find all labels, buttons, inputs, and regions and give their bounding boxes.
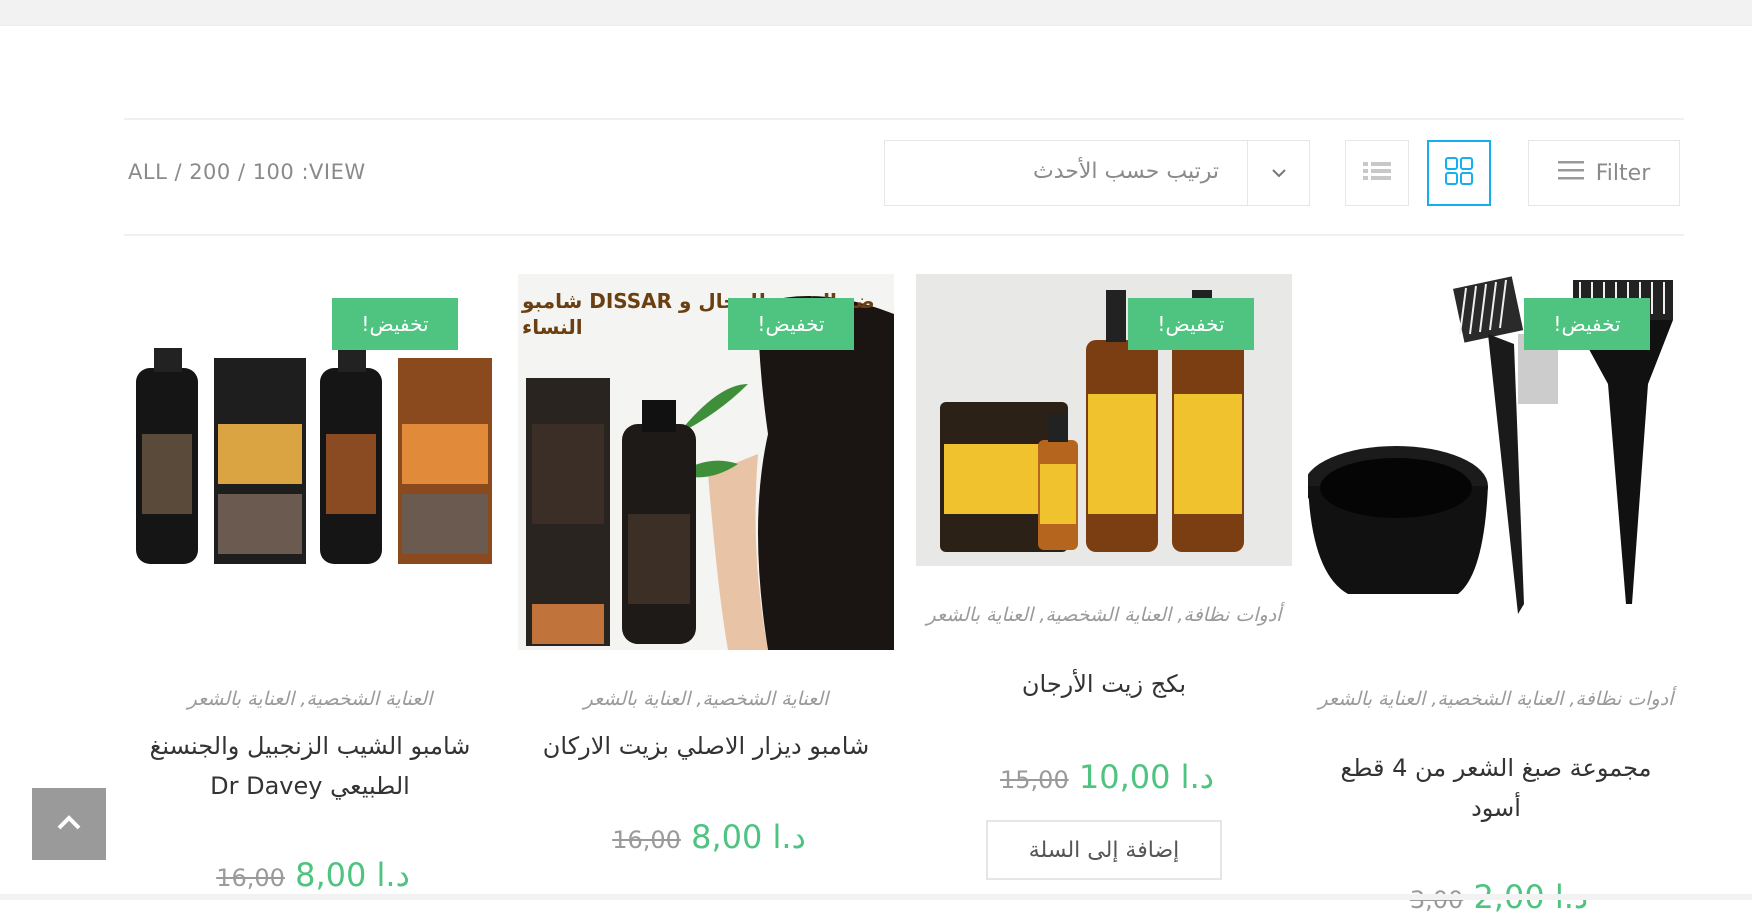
hamburger-icon [1557, 159, 1584, 187]
currency: د.ا [772, 818, 806, 856]
product-image[interactable]: تخفيض! [122, 274, 498, 650]
sale-badge: تخفيض! [1524, 298, 1650, 350]
toolbar-divider-bottom [124, 234, 1684, 236]
product-categories[interactable]: العناية الشخصية, العناية بالشعر [122, 686, 498, 712]
sale-price: 10,00 [1078, 758, 1171, 796]
product-categories[interactable]: أدوات نظافة, العناية الشخصية, العناية با… [1308, 686, 1684, 712]
grid-view-button[interactable] [1427, 140, 1491, 206]
old-price: 16,00 [612, 826, 681, 854]
product-price: 16,00 8,00 د.ا [518, 818, 894, 856]
sale-badge: تخفيض! [728, 298, 854, 350]
product-title[interactable]: شامبو ديزار الاصلي بزيت الاركان [528, 726, 884, 766]
view-count-selector[interactable]: ALL / 200 / 100 :VIEW [128, 160, 366, 184]
product-categories[interactable]: العناية الشخصية, العناية بالشعر [518, 686, 894, 712]
grid-view-icon [1444, 156, 1474, 190]
product-image[interactable]: شامبو DISSAR ضد الشيب للرجال و النساء تخ… [518, 274, 894, 650]
product-image[interactable]: تخفيض! [1308, 274, 1684, 650]
add-to-cart-button[interactable]: إضافة إلى السلة [986, 820, 1222, 880]
currency: د.ا [1180, 758, 1214, 796]
bottom-bar [0, 894, 1752, 900]
product-image[interactable]: تخفيض! [916, 274, 1292, 566]
chevron-up-icon [56, 813, 82, 835]
sale-price: 8,00 [691, 818, 763, 856]
product-price: 16,00 8,00 د.ا [122, 856, 498, 894]
top-bar [0, 0, 1752, 26]
old-price: 15,00 [1000, 766, 1069, 794]
sale-price: 8,00 [295, 856, 367, 894]
product-title[interactable]: شامبو الشيب الزنجبيل والجنسنغ الطبيعي Dr… [132, 726, 488, 806]
scroll-to-top-button[interactable] [32, 788, 106, 860]
sale-badge: تخفيض! [1128, 298, 1254, 350]
sort-select[interactable]: ترتيب حسب الأحدث [884, 140, 1310, 206]
list-view-button[interactable] [1345, 140, 1409, 206]
sale-badge: تخفيض! [332, 298, 458, 350]
product-categories[interactable]: أدوات نظافة, العناية الشخصية, العناية با… [916, 602, 1292, 628]
list-view-icon [1363, 161, 1391, 185]
currency: د.ا [376, 856, 410, 894]
old-price: 16,00 [216, 864, 285, 892]
product-title[interactable]: بكج زيت الأرجان [926, 664, 1282, 704]
old-price: 3,00 [1409, 886, 1464, 914]
sort-selected-value: ترتيب حسب الأحدث [1033, 159, 1219, 184]
chevron-down-icon[interactable] [1247, 141, 1309, 205]
product-title[interactable]: مجموعة صبغ الشعر من 4 قطع أسود [1318, 748, 1674, 828]
toolbar-divider-top [124, 118, 1684, 120]
filter-label: Filter [1595, 160, 1651, 186]
product-price: 15,00 10,00 د.ا [916, 758, 1292, 796]
filter-button[interactable]: Filter [1528, 140, 1680, 206]
